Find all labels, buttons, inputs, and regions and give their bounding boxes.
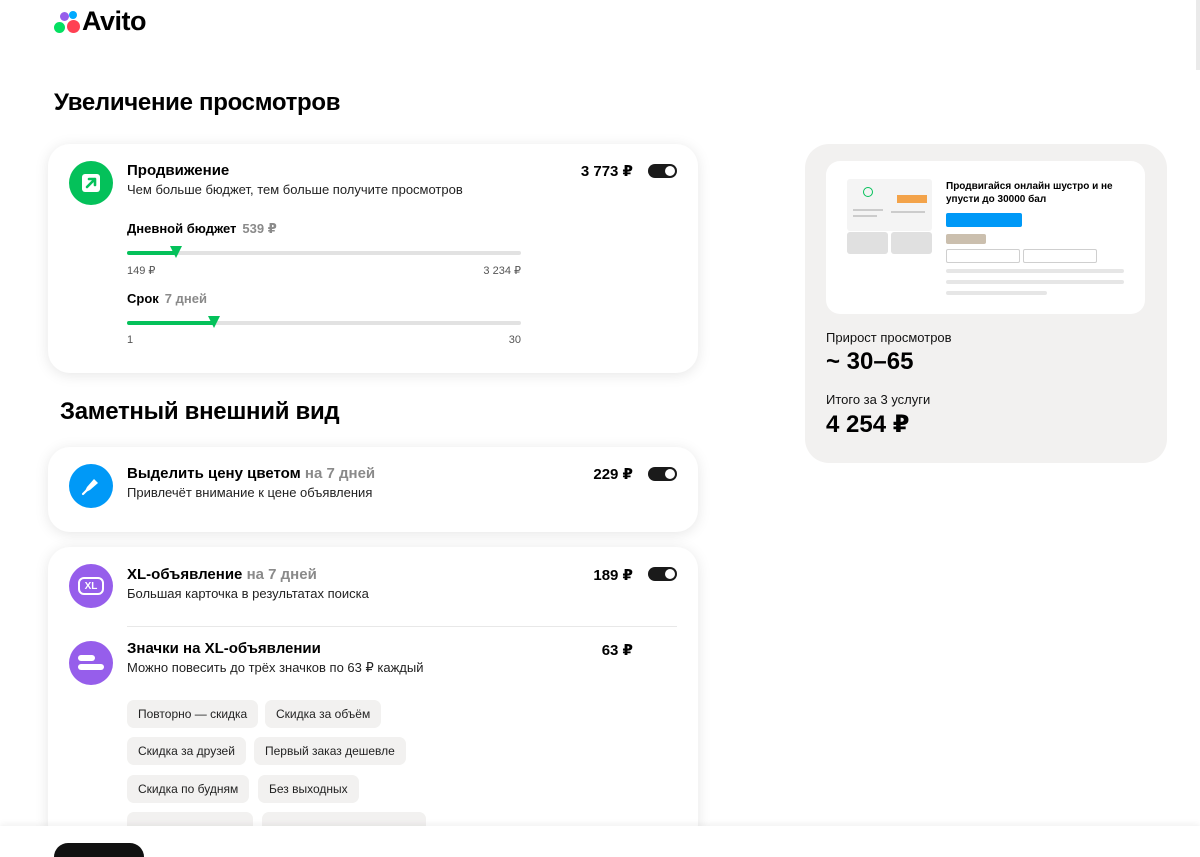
- highlight-title: Выделить цену цветом на 7 дней: [127, 465, 376, 482]
- promotion-card: Продвижение Чем больше бюджет, тем больш…: [48, 144, 698, 373]
- xl-icon: XL: [69, 564, 113, 608]
- avito-logo[interactable]: Avito: [54, 6, 147, 37]
- badges-title: Значки на XL-объявлении: [127, 640, 321, 657]
- section-title-appearance: Заметный внешний вид: [60, 398, 340, 425]
- badge-chip[interactable]: Скидка за друзей: [127, 737, 246, 765]
- preview-badge: [946, 234, 986, 244]
- badges-icon: [69, 641, 113, 685]
- badge-chip[interactable]: Скидка по будням: [127, 775, 250, 803]
- scrollbar[interactable]: [1196, 0, 1200, 70]
- continue-button[interactable]: [54, 843, 144, 857]
- highlight-subtitle: Привлечёт внимание к цене объявления: [127, 485, 373, 500]
- xl-price: 189 ₽: [593, 567, 633, 584]
- budget-slider-thumb[interactable]: [170, 246, 183, 258]
- preview-screenshot: [847, 179, 932, 231]
- preview-button: [946, 249, 1020, 263]
- avito-logo-dots-icon: [54, 9, 80, 35]
- views-growth-value: ~ 30–65: [826, 348, 914, 375]
- highlight-toggle[interactable]: [648, 467, 677, 481]
- highlight-title-suffix: на 7 дней: [304, 465, 376, 482]
- promotion-price: 3 773 ₽: [580, 163, 633, 180]
- preview-line: [946, 269, 1124, 273]
- bottom-bar: [0, 826, 1200, 857]
- xl-toggle[interactable]: [648, 567, 677, 581]
- preview-line: [946, 291, 1047, 295]
- badges-price: 63 ₽: [601, 642, 633, 659]
- total-value: 4 254 ₽: [826, 411, 910, 438]
- image-placeholder-icon: [847, 232, 888, 254]
- xl-title: XL-объявление на 7 дней: [127, 566, 317, 583]
- promotion-title: Продвижение: [127, 162, 230, 179]
- duration-slider-fill: [127, 321, 214, 325]
- budget-label: Дневной бюджет 539 ₽: [127, 221, 277, 236]
- promotion-toggle[interactable]: [648, 164, 677, 178]
- ad-preview: Продвигайся онлайн шустро и не упусти до…: [826, 161, 1145, 314]
- duration-min: 1: [127, 334, 134, 346]
- badge-chip[interactable]: Скидка за объём: [265, 700, 382, 728]
- image-placeholder-icon: [891, 232, 932, 254]
- preview-button: [1023, 249, 1097, 263]
- budget-slider[interactable]: [127, 246, 521, 258]
- divider: [127, 626, 677, 627]
- preview-line: [946, 280, 1124, 284]
- duration-slider-thumb[interactable]: [207, 316, 220, 328]
- duration-max: 30: [508, 334, 521, 346]
- arrow-up-right-icon: [69, 161, 113, 205]
- logo-text: Avito: [82, 6, 147, 36]
- budget-min: 149 ₽: [127, 265, 156, 277]
- budget-max: 3 234 ₽: [483, 265, 521, 277]
- budget-slider-fill: [127, 251, 177, 255]
- duration-value: 7 дней: [164, 291, 207, 306]
- badge-chip[interactable]: Повторно — скидка: [127, 700, 259, 728]
- highlight-card: Выделить цену цветом на 7 дней Привлечёт…: [48, 447, 698, 532]
- badge-chip[interactable]: Первый заказ дешевле: [254, 737, 406, 765]
- duration-slider[interactable]: [127, 316, 521, 328]
- summary-panel: Продвигайся онлайн шустро и не упусти до…: [805, 144, 1167, 463]
- preview-title: Продвигайся онлайн шустро и не упусти до…: [946, 181, 1113, 205]
- highlight-price: 229 ₽: [593, 466, 633, 483]
- marker-icon: [69, 464, 113, 508]
- xl-card: XL XL-объявление на 7 дней Большая карто…: [48, 547, 698, 847]
- views-growth-label: Прирост просмотров: [826, 330, 952, 345]
- duration-label: Срок 7 дней: [127, 291, 207, 306]
- badge-chip[interactable]: Без выходных: [258, 775, 359, 803]
- xl-subtitle: Большая карточка в результатах поиска: [127, 586, 369, 601]
- total-label: Итого за 3 услуги: [826, 392, 931, 407]
- budget-value: 539 ₽: [242, 221, 277, 236]
- promotion-subtitle: Чем больше бюджет, тем больше получите п…: [127, 182, 463, 197]
- badges-subtitle: Можно повесить до трёх значков по 63 ₽ к…: [127, 660, 424, 675]
- preview-price-highlight: [946, 213, 1022, 227]
- section-title-views: Увеличение просмотров: [54, 89, 341, 116]
- xl-title-suffix: на 7 дней: [246, 566, 317, 583]
